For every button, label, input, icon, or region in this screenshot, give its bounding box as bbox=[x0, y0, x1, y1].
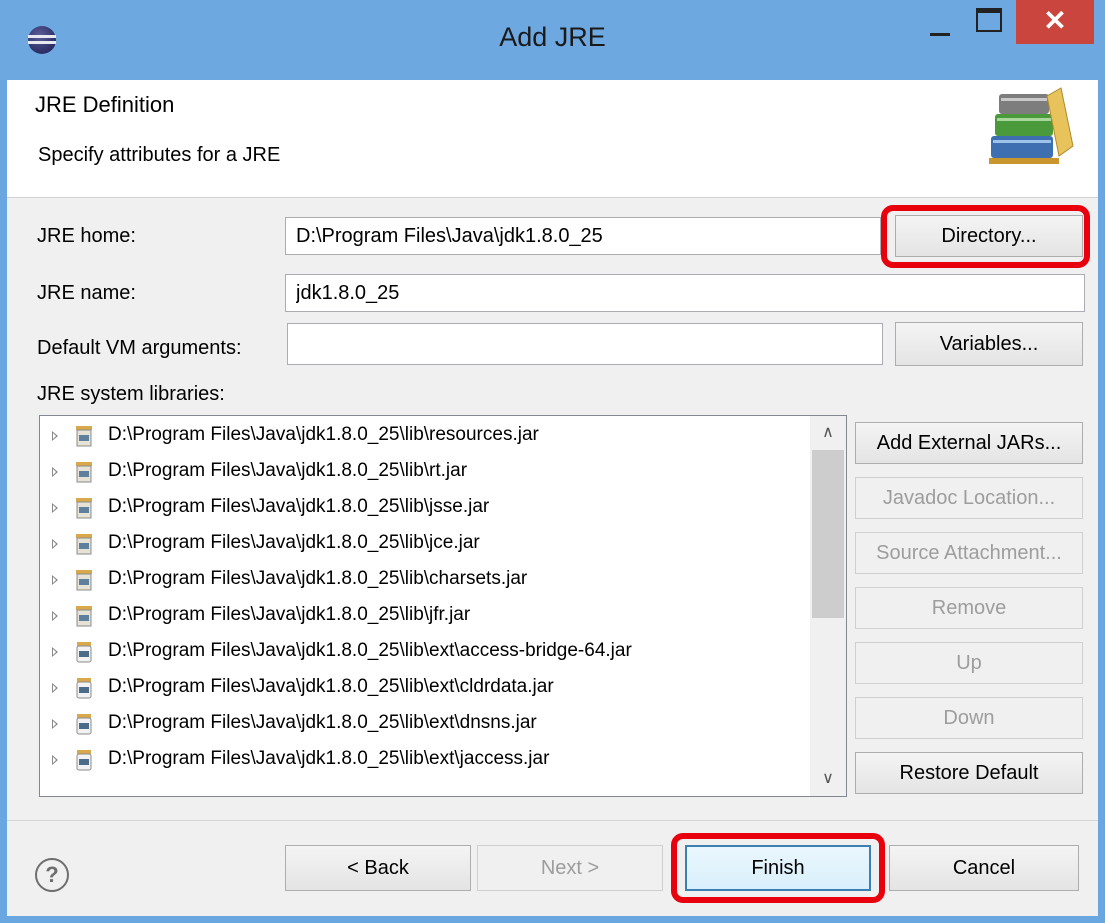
maximize-icon bbox=[976, 8, 1002, 32]
scroll-thumb[interactable] bbox=[812, 450, 844, 618]
library-row[interactable]: D:\Program Files\Java\jdk1.8.0_25\lib\ex… bbox=[40, 634, 810, 670]
back-button[interactable]: < Back bbox=[285, 845, 471, 891]
minimize-icon bbox=[930, 33, 950, 36]
library-row[interactable]: D:\Program Files\Java\jdk1.8.0_25\lib\ch… bbox=[40, 562, 810, 598]
jar-icon bbox=[76, 462, 92, 483]
add-jre-window: Add JRE ✕ JRE Definition Specify attribu… bbox=[0, 0, 1105, 923]
expand-icon[interactable] bbox=[52, 467, 58, 477]
page-title: JRE Definition bbox=[35, 92, 175, 117]
minimize-button[interactable] bbox=[920, 0, 960, 48]
vm-args-input[interactable] bbox=[287, 323, 883, 365]
library-path: D:\Program Files\Java\jdk1.8.0_25\lib\ex… bbox=[108, 712, 537, 733]
library-row[interactable]: D:\Program Files\Java\jdk1.8.0_25\lib\ex… bbox=[40, 670, 810, 706]
library-row[interactable]: D:\Program Files\Java\jdk1.8.0_25\lib\ex… bbox=[40, 706, 810, 742]
expand-icon[interactable] bbox=[52, 431, 58, 441]
jre-name-input[interactable] bbox=[285, 274, 1085, 312]
remove-button[interactable]: Remove bbox=[855, 587, 1083, 629]
down-button[interactable]: Down bbox=[855, 697, 1083, 739]
jre-home-label: JRE home: bbox=[37, 225, 136, 247]
expand-icon[interactable] bbox=[52, 575, 58, 585]
help-icon[interactable]: ? bbox=[35, 858, 69, 892]
jar-icon bbox=[76, 678, 92, 699]
jre-home-input[interactable] bbox=[285, 217, 881, 255]
jre-name-label: JRE name: bbox=[37, 282, 136, 304]
jar-icon bbox=[76, 426, 92, 447]
add-external-jars-button[interactable]: Add External JARs... bbox=[855, 422, 1083, 464]
restore-default-button[interactable]: Restore Default bbox=[855, 752, 1083, 794]
jar-icon bbox=[76, 642, 92, 663]
source-attachment-button[interactable]: Source Attachment... bbox=[855, 532, 1083, 574]
expand-icon[interactable] bbox=[52, 503, 58, 513]
library-row[interactable]: D:\Program Files\Java\jdk1.8.0_25\lib\js… bbox=[40, 490, 810, 526]
library-path: D:\Program Files\Java\jdk1.8.0_25\lib\re… bbox=[108, 424, 539, 445]
expand-icon[interactable] bbox=[52, 611, 58, 621]
library-path: D:\Program Files\Java\jdk1.8.0_25\lib\ex… bbox=[108, 748, 550, 769]
next-button[interactable]: Next > bbox=[477, 845, 663, 891]
finish-button[interactable]: Finish bbox=[685, 845, 871, 891]
library-path: D:\Program Files\Java\jdk1.8.0_25\lib\ex… bbox=[108, 676, 554, 697]
jar-icon bbox=[76, 534, 92, 555]
expand-icon[interactable] bbox=[52, 719, 58, 729]
title-bar[interactable]: Add JRE ✕ bbox=[0, 0, 1105, 80]
library-path: D:\Program Files\Java\jdk1.8.0_25\lib\jc… bbox=[108, 532, 480, 553]
books-icon bbox=[989, 87, 1074, 164]
library-path: D:\Program Files\Java\jdk1.8.0_25\lib\ch… bbox=[108, 568, 528, 589]
library-row[interactable]: D:\Program Files\Java\jdk1.8.0_25\lib\jc… bbox=[40, 526, 810, 562]
jar-icon bbox=[76, 714, 92, 735]
library-row[interactable]: D:\Program Files\Java\jdk1.8.0_25\lib\jf… bbox=[40, 598, 810, 634]
libraries-scrollbar[interactable]: ∧ ∨ bbox=[810, 416, 846, 796]
library-path: D:\Program Files\Java\jdk1.8.0_25\lib\ex… bbox=[108, 640, 632, 661]
library-row[interactable]: D:\Program Files\Java\jdk1.8.0_25\lib\re… bbox=[40, 418, 810, 454]
close-button[interactable]: ✕ bbox=[1016, 0, 1094, 44]
maximize-button[interactable] bbox=[968, 0, 1008, 48]
cancel-button[interactable]: Cancel bbox=[889, 845, 1079, 891]
up-button[interactable]: Up bbox=[855, 642, 1083, 684]
dialog-header: JRE Definition Specify attributes for a … bbox=[7, 80, 1098, 198]
jar-icon bbox=[76, 750, 92, 771]
jar-icon bbox=[76, 570, 92, 591]
jar-icon bbox=[76, 606, 92, 627]
library-row[interactable]: D:\Program Files\Java\jdk1.8.0_25\lib\ex… bbox=[40, 742, 810, 778]
expand-icon[interactable] bbox=[52, 683, 58, 693]
library-path: D:\Program Files\Java\jdk1.8.0_25\lib\jf… bbox=[108, 604, 471, 625]
footer-divider bbox=[7, 820, 1098, 821]
directory-button[interactable]: Directory... bbox=[895, 215, 1083, 257]
expand-icon[interactable] bbox=[52, 539, 58, 549]
dialog-body: JRE Definition Specify attributes for a … bbox=[7, 80, 1098, 916]
libraries-label: JRE system libraries: bbox=[37, 383, 225, 405]
expand-icon[interactable] bbox=[52, 647, 58, 657]
scroll-down-icon[interactable]: ∨ bbox=[810, 762, 846, 796]
library-path: D:\Program Files\Java\jdk1.8.0_25\lib\js… bbox=[108, 496, 490, 517]
variables-button[interactable]: Variables... bbox=[895, 322, 1083, 366]
library-row[interactable]: D:\Program Files\Java\jdk1.8.0_25\lib\rt… bbox=[40, 454, 810, 490]
javadoc-location-button[interactable]: Javadoc Location... bbox=[855, 477, 1083, 519]
libraries-list[interactable]: D:\Program Files\Java\jdk1.8.0_25\lib\re… bbox=[39, 415, 847, 797]
scroll-up-icon[interactable]: ∧ bbox=[810, 416, 846, 450]
jar-icon bbox=[76, 498, 92, 519]
expand-icon[interactable] bbox=[52, 755, 58, 765]
page-description: Specify attributes for a JRE bbox=[38, 144, 281, 166]
library-path: D:\Program Files\Java\jdk1.8.0_25\lib\rt… bbox=[108, 460, 468, 481]
vm-args-label: Default VM arguments: bbox=[37, 337, 242, 359]
